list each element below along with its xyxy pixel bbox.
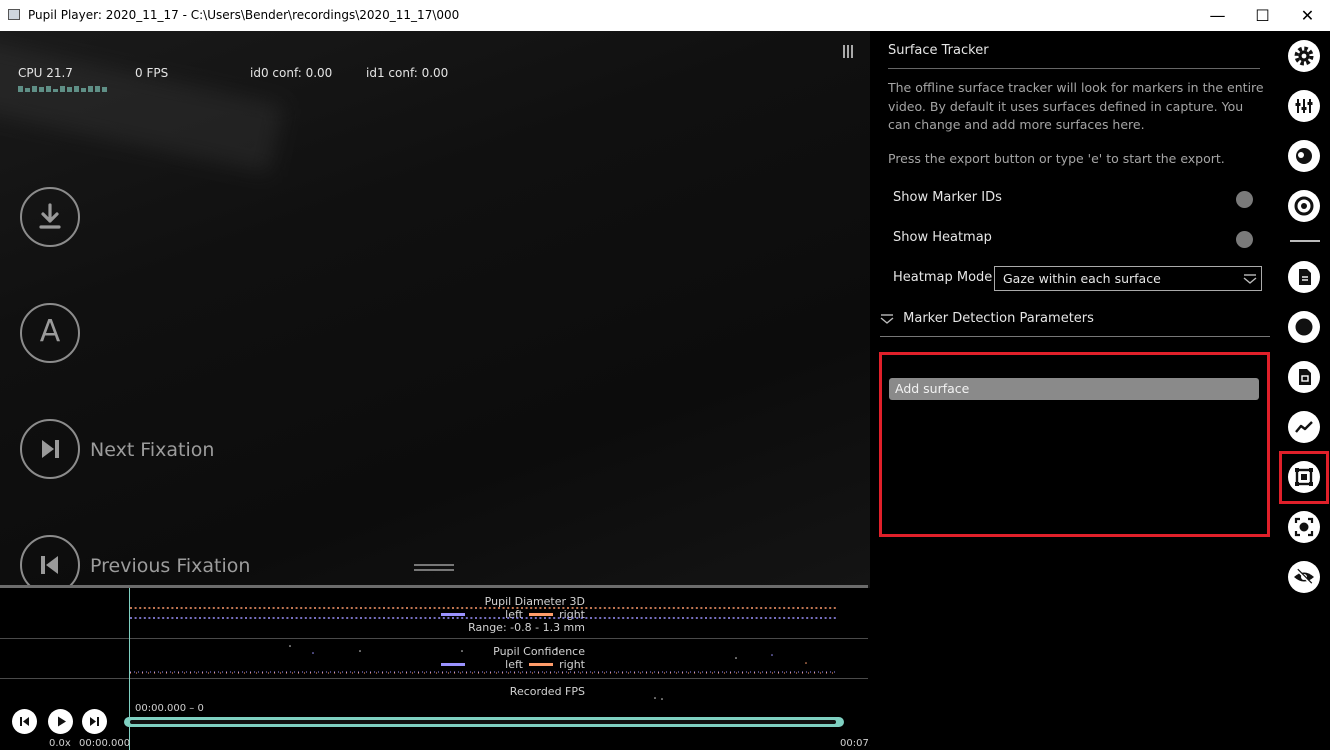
download-icon [39, 203, 61, 229]
window-title: Pupil Player: 2020_11_17 - C:\Users\Bend… [28, 8, 460, 22]
add-surface-label: Add surface [895, 381, 970, 396]
timeline-plot-button[interactable] [1288, 411, 1320, 443]
maximize-button[interactable]: ☐ [1240, 0, 1285, 31]
export-icon [1299, 369, 1311, 385]
hidden-eye-icon [1294, 568, 1314, 585]
marker-detection-header[interactable]: Marker Detection Parameters [880, 311, 1094, 326]
skip-next-icon [42, 440, 59, 458]
auto-label: A [39, 314, 61, 349]
id1-confidence: id1 conf: 0.00 [366, 66, 449, 80]
recorded-fps-plot [654, 697, 663, 700]
gaze-target-button[interactable] [1288, 190, 1320, 222]
chart-icon [1295, 421, 1313, 433]
pupil-diameter-plot [130, 607, 838, 619]
chevron-down-icon [1243, 274, 1257, 284]
fps-stat: 0 FPS [135, 66, 169, 80]
app-icon [8, 9, 20, 20]
skip-forward-icon [90, 717, 99, 726]
auto-button[interactable]: A [20, 303, 80, 363]
seek-bar[interactable] [124, 717, 844, 727]
icon-highlight-box [1279, 451, 1329, 504]
previous-fixation-label: Previous Fixation [90, 555, 251, 577]
timeline-start-time: 00:00.000 [79, 738, 131, 749]
hide-overlay-button[interactable] [1288, 561, 1320, 593]
camera-icon [1294, 517, 1314, 537]
chevron-down-icon [880, 313, 894, 324]
world-video-view [0, 31, 870, 591]
show-marker-ids-toggle[interactable] [1236, 191, 1253, 208]
heatmap-mode-label: Heatmap Mode [893, 270, 993, 285]
close-button[interactable]: ✕ [1285, 0, 1330, 31]
show-marker-ids-label: Show Marker IDs [893, 190, 1002, 205]
general-settings-button[interactable] [1288, 40, 1320, 72]
seek-backward-button[interactable] [12, 709, 37, 734]
document-icon [1299, 269, 1311, 285]
show-heatmap-toggle[interactable] [1236, 231, 1253, 248]
cpu-stat: CPU 21.7 [18, 66, 73, 80]
sliders-icon [1295, 99, 1313, 113]
eye-icon [1296, 148, 1312, 164]
pupil-diameter-range: Range: -0.8 - 1.3 mm [468, 621, 585, 634]
next-fixation-button[interactable] [20, 419, 80, 479]
gear-icon [1294, 46, 1314, 66]
heatmap-mode-select[interactable]: Gaze within each surface [994, 266, 1262, 291]
sliders-button[interactable] [1288, 90, 1320, 122]
next-fixation-label: Next Fixation [90, 439, 215, 461]
menu-toggle-icon[interactable] [843, 43, 855, 58]
play-icon [58, 716, 66, 727]
record-icon [1295, 318, 1313, 336]
export-download-button[interactable] [20, 187, 80, 247]
minimize-button[interactable]: — [1195, 0, 1240, 31]
annotation-export-button[interactable] [1288, 361, 1320, 393]
export-hint: Press the export button or type 'e' to s… [888, 151, 1225, 166]
eye-overlay-button[interactable] [1288, 140, 1320, 172]
add-surface-button[interactable]: Add surface [889, 378, 1259, 400]
show-heatmap-label: Show Heatmap [893, 230, 992, 245]
skip-back-icon [20, 717, 29, 726]
play-button[interactable] [48, 709, 73, 734]
title-bar: Pupil Player: 2020_11_17 - C:\Users\Bend… [0, 0, 1330, 31]
timeline-top-border [0, 585, 868, 588]
seek-forward-button[interactable] [82, 709, 107, 734]
pupil-confidence-plot [130, 645, 838, 674]
raw-data-exporter-button[interactable] [1288, 261, 1320, 293]
target-icon [1294, 196, 1314, 216]
trim-range-text: 00:00.000 – 0 [135, 703, 204, 714]
timeline-resize-handle[interactable] [414, 564, 454, 571]
marker-detection-label: Marker Detection Parameters [903, 311, 1094, 326]
panel-title: Surface Tracker [888, 43, 989, 58]
camera-intrinsics-button[interactable] [1288, 511, 1320, 543]
id0-confidence: id0 conf: 0.00 [250, 66, 333, 80]
record-button[interactable] [1288, 311, 1320, 343]
panel-description: The offline surface tracker will look fo… [888, 80, 1264, 132]
playback-speed: 0.0x [49, 738, 71, 749]
